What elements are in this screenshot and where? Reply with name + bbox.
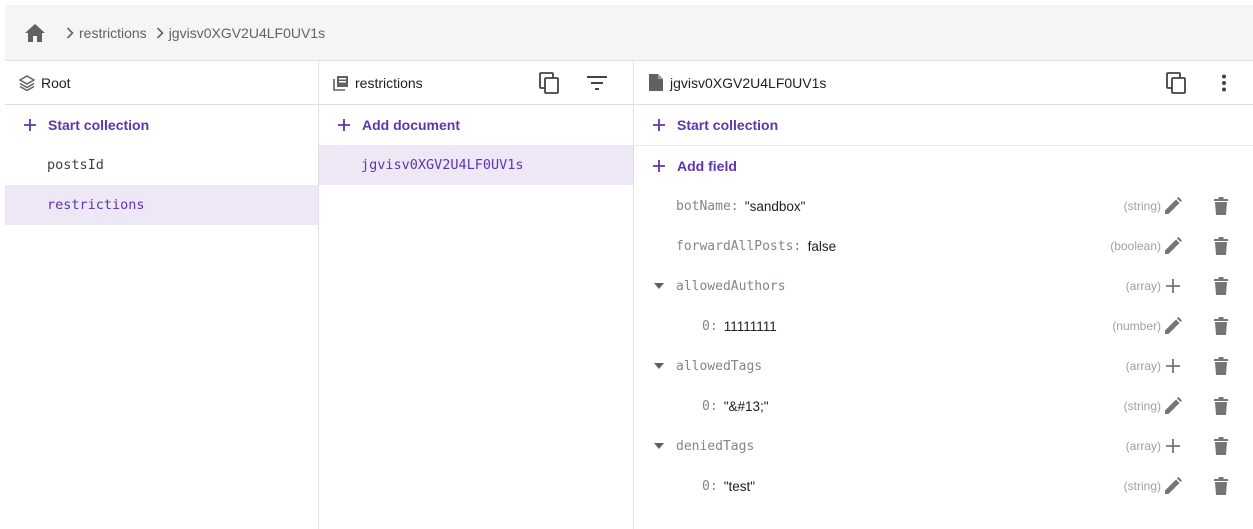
add-element-icon[interactable]: [1161, 354, 1185, 378]
field-row: 0: "test" (string): [634, 466, 1253, 506]
start-collection-label: Start collection: [48, 117, 150, 133]
add-field-button[interactable]: Add field: [634, 146, 1253, 186]
field-key: 0:: [702, 398, 718, 414]
caret-down-icon[interactable]: [653, 360, 665, 372]
trash-icon[interactable]: [1209, 234, 1233, 258]
collection-panel: restrictions Add document jgvisv0XGV2U4L…: [319, 61, 634, 529]
trash-icon[interactable]: [1209, 314, 1233, 338]
add-element-icon[interactable]: [1161, 434, 1185, 458]
caret-down-icon[interactable]: [653, 440, 665, 452]
field-type: (array): [1125, 279, 1161, 293]
home-icon[interactable]: [23, 21, 47, 45]
breadcrumb: restrictions jgvisv0XGV2U4LF0UV1s: [5, 5, 1253, 61]
add-element-icon[interactable]: [1161, 274, 1185, 298]
field-type: (array): [1125, 359, 1161, 373]
add-document-label: Add document: [362, 117, 460, 133]
field-key: allowedTags: [676, 358, 763, 374]
copy-icon[interactable]: [1164, 71, 1188, 95]
plus-icon: [337, 118, 351, 132]
trash-icon[interactable]: [1209, 474, 1233, 498]
breadcrumb-item-restrictions[interactable]: restrictions: [79, 25, 147, 41]
field-row: botName: "sandbox" (string): [634, 186, 1253, 226]
pencil-icon[interactable]: [1161, 234, 1185, 258]
document-panel: jgvisv0XGV2U4LF0UV1s Start collection Ad…: [634, 61, 1253, 529]
field-key: forwardAllPosts:: [676, 238, 802, 254]
field-value[interactable]: false: [808, 239, 837, 254]
field-value[interactable]: "sandbox": [745, 199, 806, 214]
start-collection-button[interactable]: Start collection: [5, 105, 318, 145]
field-row: allowedTags (array): [634, 346, 1253, 386]
start-subcollection-label: Start collection: [677, 117, 779, 133]
add-document-button[interactable]: Add document: [319, 105, 633, 145]
chevron-right-icon: [153, 26, 167, 40]
document-icon: [647, 74, 665, 92]
chevron-right-icon: [63, 26, 77, 40]
field-value[interactable]: 11111111: [724, 319, 777, 334]
pencil-icon[interactable]: [1161, 194, 1185, 218]
trash-icon[interactable]: [1209, 354, 1233, 378]
field-row: deniedTags (array): [634, 426, 1253, 466]
document-panel-header: jgvisv0XGV2U4LF0UV1s: [634, 61, 1253, 105]
filter-icon[interactable]: [585, 71, 609, 95]
trash-icon[interactable]: [1209, 434, 1233, 458]
field-type: (number): [1112, 319, 1161, 333]
plus-icon: [652, 159, 666, 173]
collection-panel-title: restrictions: [355, 74, 423, 91]
start-subcollection-button[interactable]: Start collection: [634, 105, 1253, 146]
field-type: (array): [1125, 439, 1161, 453]
field-key: 0:: [702, 478, 718, 494]
caret-down-icon[interactable]: [653, 280, 665, 292]
collection-item-postsId[interactable]: postsId: [5, 145, 318, 185]
field-type: (string): [1123, 399, 1161, 413]
plus-icon: [23, 118, 37, 132]
trash-icon[interactable]: [1209, 394, 1233, 418]
field-key: allowedAuthors: [676, 278, 786, 294]
field-value[interactable]: "&#13;": [724, 399, 769, 414]
add-field-label: Add field: [677, 158, 737, 174]
document-panel-title: jgvisv0XGV2U4LF0UV1s: [670, 74, 827, 91]
field-row: forwardAllPosts: false (boolean): [634, 226, 1253, 266]
trash-icon[interactable]: [1209, 274, 1233, 298]
root-panel-title: Root: [41, 74, 71, 91]
field-type: (string): [1123, 479, 1161, 493]
collection-item-restrictions[interactable]: restrictions: [5, 185, 318, 225]
more-vert-icon[interactable]: [1212, 71, 1236, 95]
field-key: 0:: [702, 318, 718, 334]
collection-icon: [332, 74, 350, 92]
pencil-icon[interactable]: [1161, 314, 1185, 338]
field-key: deniedTags: [676, 438, 755, 454]
collection-panel-header: restrictions: [319, 61, 633, 105]
field-type: (boolean): [1110, 239, 1161, 253]
field-key: botName:: [676, 198, 739, 214]
field-row: 0: "&#13;" (string): [634, 386, 1253, 426]
field-type: (string): [1123, 199, 1161, 213]
copy-icon[interactable]: [537, 71, 561, 95]
layers-icon: [18, 74, 36, 92]
root-panel-header: Root: [5, 61, 318, 105]
breadcrumb-item-document[interactable]: jgvisv0XGV2U4LF0UV1s: [169, 25, 325, 41]
root-panel: Root Start collection postsId restrictio…: [5, 61, 319, 529]
pencil-icon[interactable]: [1161, 394, 1185, 418]
field-value[interactable]: "test": [724, 479, 755, 494]
trash-icon[interactable]: [1209, 194, 1233, 218]
pencil-icon[interactable]: [1161, 474, 1185, 498]
plus-icon: [652, 118, 666, 132]
field-list: botName: "sandbox" (string) forwardAllPosts…: [634, 186, 1253, 526]
document-item[interactable]: jgvisv0XGV2U4LF0UV1s: [319, 145, 633, 185]
field-row: allowedAuthors (array): [634, 266, 1253, 306]
field-row: 0: 11111111 (number): [634, 306, 1253, 346]
